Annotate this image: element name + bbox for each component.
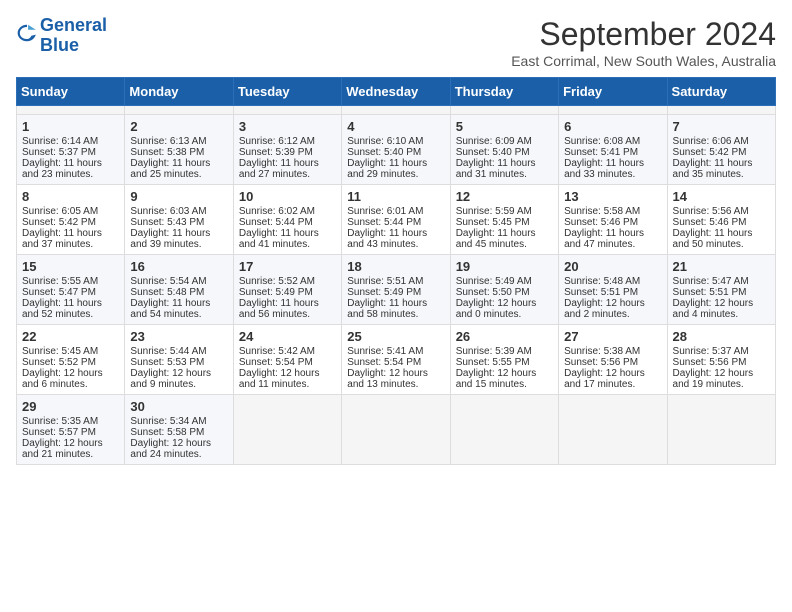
table-row: 23 Sunrise: 5:44 AM Sunset: 5:53 PM Dayl… (125, 325, 233, 395)
table-row: 4 Sunrise: 6:10 AM Sunset: 5:40 PM Dayli… (342, 115, 450, 185)
table-row: 11 Sunrise: 6:01 AM Sunset: 5:44 PM Dayl… (342, 185, 450, 255)
table-row (450, 106, 558, 115)
table-row (125, 106, 233, 115)
page-header: General Blue September 2024 East Corrima… (16, 16, 776, 69)
table-row (233, 106, 341, 115)
logo-line2: Blue (40, 35, 79, 55)
table-row (450, 395, 558, 465)
table-row: 24 Sunrise: 5:42 AM Sunset: 5:54 PM Dayl… (233, 325, 341, 395)
col-saturday: Saturday (667, 78, 775, 106)
col-tuesday: Tuesday (233, 78, 341, 106)
logo-icon (16, 22, 38, 44)
table-row: 30 Sunrise: 5:34 AM Sunset: 5:58 PM Dayl… (125, 395, 233, 465)
table-row: 5 Sunrise: 6:09 AM Sunset: 5:40 PM Dayli… (450, 115, 558, 185)
col-thursday: Thursday (450, 78, 558, 106)
table-row: 12 Sunrise: 5:59 AM Sunset: 5:45 PM Dayl… (450, 185, 558, 255)
col-monday: Monday (125, 78, 233, 106)
table-row: 25 Sunrise: 5:41 AM Sunset: 5:54 PM Dayl… (342, 325, 450, 395)
table-row: 6 Sunrise: 6:08 AM Sunset: 5:41 PM Dayli… (559, 115, 667, 185)
table-row: 10 Sunrise: 6:02 AM Sunset: 5:44 PM Dayl… (233, 185, 341, 255)
title-block: September 2024 East Corrimal, New South … (511, 16, 776, 69)
table-row: 7 Sunrise: 6:06 AM Sunset: 5:42 PM Dayli… (667, 115, 775, 185)
table-row: 13 Sunrise: 5:58 AM Sunset: 5:46 PM Dayl… (559, 185, 667, 255)
calendar-header-row: Sunday Monday Tuesday Wednesday Thursday… (17, 78, 776, 106)
table-row: 2 Sunrise: 6:13 AM Sunset: 5:38 PM Dayli… (125, 115, 233, 185)
table-row (667, 395, 775, 465)
logo-text: General Blue (40, 16, 107, 56)
logo: General Blue (16, 16, 107, 56)
table-row (667, 106, 775, 115)
table-row: 16 Sunrise: 5:54 AM Sunset: 5:48 PM Dayl… (125, 255, 233, 325)
table-row (559, 106, 667, 115)
table-row: 1 Sunrise: 6:14 AM Sunset: 5:37 PM Dayli… (17, 115, 125, 185)
table-row: 15 Sunrise: 5:55 AM Sunset: 5:47 PM Dayl… (17, 255, 125, 325)
table-row (342, 106, 450, 115)
table-row: 22 Sunrise: 5:45 AM Sunset: 5:52 PM Dayl… (17, 325, 125, 395)
col-wednesday: Wednesday (342, 78, 450, 106)
table-row (559, 395, 667, 465)
col-friday: Friday (559, 78, 667, 106)
table-row: 26 Sunrise: 5:39 AM Sunset: 5:55 PM Dayl… (450, 325, 558, 395)
table-row: 8 Sunrise: 6:05 AM Sunset: 5:42 PM Dayli… (17, 185, 125, 255)
table-row: 29 Sunrise: 5:35 AM Sunset: 5:57 PM Dayl… (17, 395, 125, 465)
table-row: 14 Sunrise: 5:56 AM Sunset: 5:46 PM Dayl… (667, 185, 775, 255)
table-row: 27 Sunrise: 5:38 AM Sunset: 5:56 PM Dayl… (559, 325, 667, 395)
table-row: 28 Sunrise: 5:37 AM Sunset: 5:56 PM Dayl… (667, 325, 775, 395)
table-row: 20 Sunrise: 5:48 AM Sunset: 5:51 PM Dayl… (559, 255, 667, 325)
table-row: 17 Sunrise: 5:52 AM Sunset: 5:49 PM Dayl… (233, 255, 341, 325)
calendar-table: Sunday Monday Tuesday Wednesday Thursday… (16, 77, 776, 465)
table-row: 21 Sunrise: 5:47 AM Sunset: 5:51 PM Dayl… (667, 255, 775, 325)
col-sunday: Sunday (17, 78, 125, 106)
table-row: 9 Sunrise: 6:03 AM Sunset: 5:43 PM Dayli… (125, 185, 233, 255)
table-row (342, 395, 450, 465)
table-row (17, 106, 125, 115)
logo-line1: General (40, 15, 107, 35)
month-title: September 2024 (511, 16, 776, 53)
table-row: 18 Sunrise: 5:51 AM Sunset: 5:49 PM Dayl… (342, 255, 450, 325)
table-row: 3 Sunrise: 6:12 AM Sunset: 5:39 PM Dayli… (233, 115, 341, 185)
location: East Corrimal, New South Wales, Australi… (511, 53, 776, 69)
table-row: 19 Sunrise: 5:49 AM Sunset: 5:50 PM Dayl… (450, 255, 558, 325)
table-row (233, 395, 341, 465)
